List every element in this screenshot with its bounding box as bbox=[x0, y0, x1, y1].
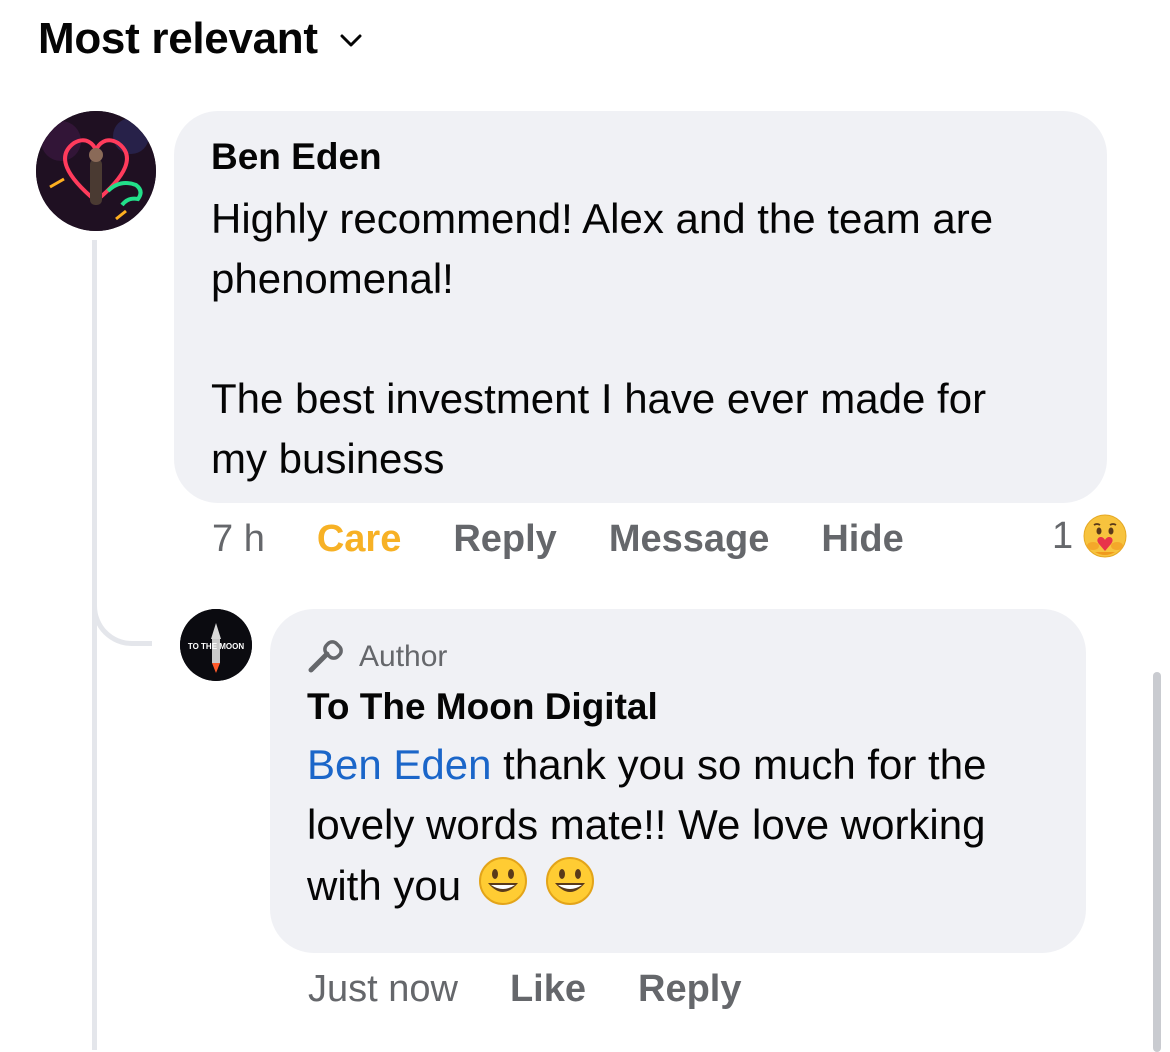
comment-timestamp[interactable]: 7 h bbox=[212, 518, 265, 561]
reply-actions: Just now Like Reply bbox=[308, 968, 742, 1011]
scrollbar[interactable] bbox=[1153, 672, 1161, 1052]
author-badge-label: Author bbox=[359, 640, 448, 673]
reply-bubble: Author To The Moon Digital Ben Eden than… bbox=[270, 609, 1086, 953]
microphone-icon bbox=[308, 640, 343, 673]
like-button[interactable]: Like bbox=[510, 968, 586, 1011]
comment-author[interactable]: Ben Eden bbox=[211, 135, 1071, 179]
care-emoji-icon bbox=[1083, 514, 1127, 558]
reaction-count: 1 bbox=[1052, 514, 1074, 557]
reply-author[interactable]: To The Moon Digital bbox=[307, 685, 1050, 729]
comment-bubble: Ben Eden Highly recommend! Alex and the … bbox=[174, 111, 1107, 503]
reply-text: Ben Eden thank you so much for the lovel… bbox=[307, 735, 1050, 923]
sort-dropdown[interactable]: Most relevant bbox=[38, 14, 362, 64]
smiley-emoji-icon bbox=[544, 855, 596, 923]
reaction-summary[interactable]: 1 bbox=[1052, 512, 1129, 560]
avatar[interactable]: TO THE MOON bbox=[180, 609, 252, 681]
hide-button[interactable]: Hide bbox=[821, 518, 903, 561]
avatar-logo-text: TO THE MOON bbox=[188, 642, 245, 651]
thread-line bbox=[92, 240, 97, 1050]
author-badge: Author bbox=[307, 637, 1050, 677]
avatar[interactable] bbox=[36, 111, 156, 231]
message-button[interactable]: Message bbox=[609, 518, 770, 561]
reply-button[interactable]: Reply bbox=[453, 518, 556, 561]
thread-connector bbox=[92, 560, 152, 646]
chevron-down-icon bbox=[340, 34, 362, 47]
smiley-emoji-icon bbox=[477, 855, 529, 923]
reply-button[interactable]: Reply bbox=[638, 968, 741, 1011]
mention-link[interactable]: Ben Eden bbox=[307, 741, 492, 788]
sort-label: Most relevant bbox=[38, 14, 318, 63]
comment-text: Highly recommend! Alex and the team are … bbox=[211, 195, 994, 482]
care-reaction-button[interactable]: Care bbox=[317, 518, 402, 561]
comment-actions: 7 h Care Reply Message Hide bbox=[212, 518, 904, 561]
reply-timestamp[interactable]: Just now bbox=[308, 968, 458, 1011]
